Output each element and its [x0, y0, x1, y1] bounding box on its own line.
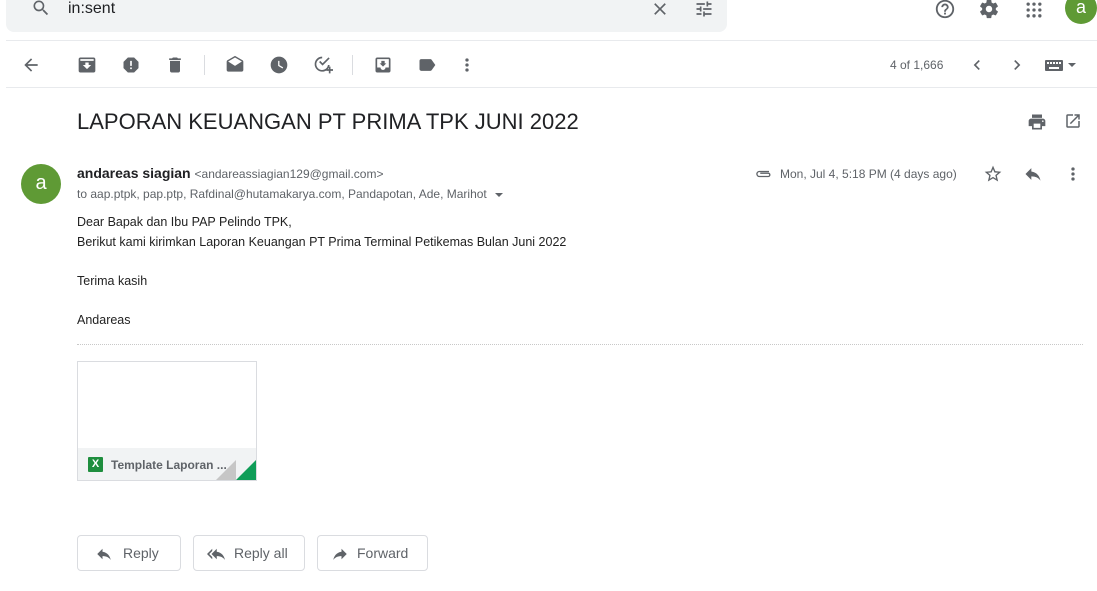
page-fold-icon [216, 460, 236, 480]
more-vert-icon[interactable] [457, 55, 477, 75]
toolbar-divider [352, 55, 353, 75]
reply-all-icon [207, 548, 225, 560]
search-options-icon[interactable] [694, 0, 714, 19]
reply-icon [97, 548, 111, 560]
mark-unread-icon[interactable] [225, 55, 245, 75]
report-spam-icon[interactable] [121, 55, 141, 75]
forward-button[interactable]: Forward [317, 535, 428, 571]
reply-all-label: Reply all [234, 545, 288, 561]
delete-icon[interactable] [165, 55, 185, 75]
archive-icon[interactable] [77, 55, 97, 75]
snooze-clock-icon[interactable] [269, 55, 289, 75]
forward-label: Forward [357, 545, 409, 561]
top-bar: in:sent a [0, 0, 1097, 40]
reply-icon[interactable] [1023, 164, 1043, 184]
search-box[interactable]: in:sent [6, 0, 727, 32]
gear-icon[interactable] [978, 0, 1000, 20]
body-spacer [77, 252, 566, 272]
open-in-new-window-icon[interactable] [1064, 112, 1082, 130]
sender-email: <andareassiagian129@gmail.com> [194, 167, 384, 181]
reply-button[interactable]: Reply [77, 535, 181, 571]
chevron-left-icon[interactable] [967, 55, 987, 75]
star-icon[interactable] [983, 164, 1003, 184]
reply-label: Reply [123, 545, 159, 561]
page-fold-corner [236, 460, 256, 480]
email-subject: LAPORAN KEUANGAN PT PRIMA TPK JUNI 2022 [77, 109, 579, 134]
chevron-right-icon[interactable] [1007, 55, 1027, 75]
account-avatar[interactable]: a [1065, 0, 1097, 24]
reply-all-button[interactable]: Reply all [193, 535, 305, 571]
close-icon[interactable] [650, 0, 670, 19]
email-body: Dear Bapak dan Ibu PAP Pelindo TPK, Beri… [77, 213, 566, 330]
help-icon[interactable] [934, 0, 956, 20]
print-icon[interactable] [1027, 112, 1047, 132]
attachment-card[interactable]: X Template Laporan ... [77, 361, 257, 481]
sender-avatar[interactable]: a [21, 164, 61, 204]
attachment-name[interactable]: Template Laporan ... [111, 458, 227, 472]
chevron-down-icon[interactable] [494, 192, 503, 197]
sender-name[interactable]: andareas siagian [77, 165, 191, 181]
body-line: Dear Bapak dan Ibu PAP Pelindo TPK, [77, 215, 292, 229]
add-task-icon[interactable] [313, 55, 333, 75]
body-line: Terima kasih [77, 273, 148, 288]
sender-info: andareas siagian <andareassiagian129@gma… [77, 165, 383, 181]
label-icon[interactable] [417, 55, 437, 75]
search-icon[interactable] [30, 0, 52, 18]
move-to-icon[interactable] [373, 55, 393, 75]
recipients-text: to aap.ptpk, pap.ptp, Rafdinal@hutamakar… [77, 187, 487, 201]
back-arrow-icon[interactable] [21, 55, 41, 75]
email-date: Mon, Jul 4, 5:18 PM (4 days ago) [780, 167, 957, 181]
recipients-line: to aap.ptpk, pap.ptp, Rafdinal@hutamakar… [77, 187, 503, 201]
attachments-divider [77, 344, 1083, 345]
pager-count: 4 of 1,666 [890, 58, 944, 72]
search-input[interactable]: in:sent [68, 0, 115, 18]
body-line: Berikut kami kirimkan Laporan Keuangan P… [77, 234, 567, 249]
paperclip-icon [756, 170, 771, 178]
body-spacer [77, 291, 566, 311]
spreadsheet-icon: X [88, 457, 103, 472]
keyboard-input-icon[interactable] [1043, 55, 1081, 75]
forward-icon [333, 548, 347, 560]
body-line: Andareas [77, 312, 131, 327]
message-toolbar: 4 of 1,666 [6, 40, 1097, 88]
more-vert-icon[interactable] [1063, 164, 1083, 184]
toolbar-divider [204, 55, 205, 75]
apps-grid-icon[interactable] [1024, 0, 1044, 20]
